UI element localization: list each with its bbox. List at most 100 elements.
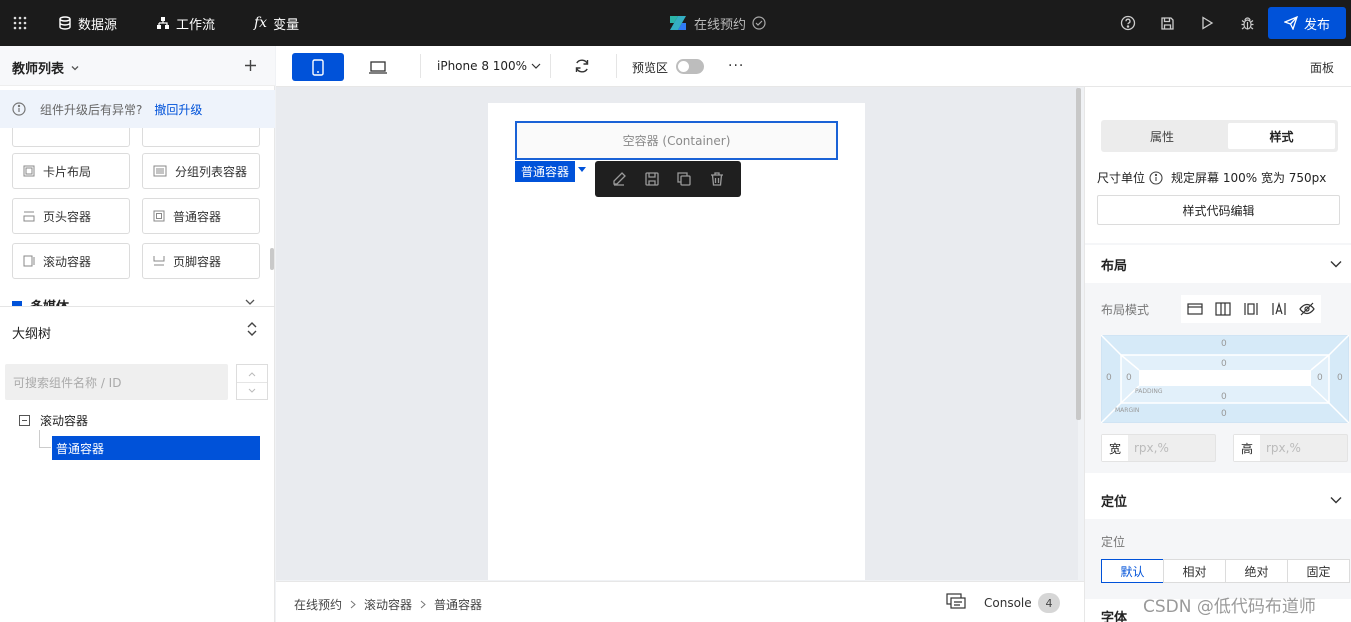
preview-toggle[interactable]: [676, 59, 704, 74]
mobile-view-button[interactable]: [292, 53, 344, 81]
help-icon[interactable]: [1120, 0, 1136, 46]
chevron-down-icon: [1330, 497, 1342, 504]
device-select[interactable]: iPhone 8 100%: [437, 59, 541, 73]
component-scroll-container[interactable]: 滚动容器: [12, 243, 130, 279]
height-input[interactable]: 高 rpx,%: [1233, 434, 1348, 462]
position-section-header[interactable]: 定位: [1085, 481, 1351, 519]
chevron-up-icon[interactable]: [248, 371, 256, 377]
datasource-button[interactable]: 数据源: [58, 0, 117, 46]
info-icon[interactable]: [1149, 170, 1163, 185]
scrollbar-handle[interactable]: [270, 248, 274, 270]
position-label: 定位: [1101, 535, 1126, 549]
variable-button[interactable]: fx 变量: [254, 0, 299, 46]
component-item-partial[interactable]: [12, 128, 130, 147]
layout-section-body: 布局模式 0 0 0 0 0 0 0 0 PADDING MARGIN 宽 rp…: [1085, 283, 1351, 473]
component-item-partial[interactable]: [142, 128, 260, 147]
refresh-icon[interactable]: [574, 58, 590, 74]
component-header-container[interactable]: 页头容器: [12, 198, 130, 234]
layout-inline-icon[interactable]: [1271, 302, 1287, 316]
breadcrumb-item[interactable]: 普通容器: [434, 596, 482, 613]
play-icon[interactable]: [1201, 0, 1214, 46]
chevron-down-icon: [1330, 261, 1342, 268]
padding-right-value[interactable]: 0: [1317, 373, 1323, 383]
console-button[interactable]: Console: [984, 596, 1032, 610]
selected-component-tag[interactable]: 普通容器: [515, 161, 575, 182]
workflow-label: 工作流: [176, 17, 216, 33]
delete-trash-icon[interactable]: [709, 171, 725, 187]
component-group-list[interactable]: 分组列表容器: [142, 153, 260, 189]
margin-label: MARGIN: [1115, 407, 1140, 414]
card-layout-icon: [23, 165, 35, 177]
box-model-editor[interactable]: 0 0 0 0 0 0 0 0 PADDING MARGIN: [1101, 335, 1349, 423]
breadcrumb-item[interactable]: 在线预约: [294, 596, 342, 613]
breadcrumb: 在线预约 滚动容器 普通容器: [294, 596, 482, 613]
margin-top-value[interactable]: 0: [1221, 339, 1227, 349]
header-icon: [23, 211, 35, 222]
copy-icon[interactable]: [676, 171, 692, 187]
workflow-button[interactable]: 工作流: [156, 0, 215, 46]
page-selector-bar: 教师列表: [0, 46, 275, 86]
chevron-down-icon[interactable]: [245, 298, 255, 306]
padding-left-value[interactable]: 0: [1126, 373, 1132, 383]
expand-collapse-icon[interactable]: [246, 322, 258, 336]
layout-mode-label: 布局模式: [1101, 303, 1150, 317]
padding-bottom-value[interactable]: 0: [1221, 392, 1227, 402]
tree-node-normal-container-selected[interactable]: 普通容器: [52, 436, 260, 460]
component-normal-container[interactable]: 普通容器: [142, 198, 260, 234]
padding-top-value[interactable]: 0: [1221, 359, 1227, 369]
caret-down-icon[interactable]: [577, 166, 587, 173]
collapse-node-icon[interactable]: [19, 415, 30, 426]
layout-flex-icon[interactable]: [1215, 302, 1231, 316]
console-icon[interactable]: [946, 593, 966, 611]
apps-grid-icon[interactable]: [12, 0, 28, 46]
style-code-edit-button[interactable]: 样式代码编辑: [1097, 195, 1340, 225]
scroll-icon: [23, 255, 35, 267]
info-icon: [12, 102, 26, 116]
margin-right-value[interactable]: 0: [1337, 373, 1343, 383]
debug-bug-icon[interactable]: [1240, 0, 1255, 46]
save-icon[interactable]: [1160, 0, 1175, 46]
variable-label: 变量: [273, 17, 300, 33]
component-footer-container[interactable]: 页脚容器: [142, 243, 260, 279]
component-grid: 卡片布局 分组列表容器 页头容器 普通容器 滚动容器 页脚容器 多媒体: [0, 128, 270, 306]
tab-style[interactable]: 样式: [1228, 123, 1335, 149]
function-icon: fx: [254, 15, 268, 31]
empty-container[interactable]: 空容器 (Container): [515, 121, 838, 160]
more-icon[interactable]: ···: [728, 58, 744, 74]
component-card-layout[interactable]: 卡片布局: [12, 153, 130, 189]
tree-node-scroll-container[interactable]: 滚动容器: [40, 412, 88, 429]
workflow-icon: [157, 17, 169, 29]
canvas-scrollbar[interactable]: [1076, 88, 1081, 420]
margin-left-value[interactable]: 0: [1106, 373, 1112, 383]
margin-bottom-value[interactable]: 0: [1221, 409, 1227, 419]
search-stepper[interactable]: [236, 364, 268, 400]
component-action-menu: [595, 161, 741, 197]
rollback-upgrade-link[interactable]: 撤回升级: [154, 101, 202, 118]
preview-label: 预览区: [632, 61, 669, 75]
position-relative-button[interactable]: 相对: [1163, 559, 1226, 583]
layout-block-icon[interactable]: [1187, 302, 1203, 316]
page-select[interactable]: 教师列表: [12, 58, 80, 77]
breadcrumb-item[interactable]: 滚动容器: [364, 596, 412, 613]
add-page-icon[interactable]: [244, 59, 257, 72]
right-panel: 属性 样式 尺寸单位 规定屏幕 100% 宽为 750px 样式代码编辑 布局 …: [1084, 87, 1351, 622]
send-icon: [1283, 16, 1298, 30]
padding-label: PADDING: [1135, 388, 1163, 395]
category-multimedia[interactable]: 多媒体: [12, 296, 69, 306]
publish-button[interactable]: 发布: [1268, 7, 1346, 39]
layout-inline-block-icon[interactable]: [1243, 302, 1259, 316]
layout-hidden-eye-icon[interactable]: [1299, 302, 1315, 316]
width-input[interactable]: 宽 rpx,%: [1101, 434, 1216, 462]
layout-section-header[interactable]: 布局: [1085, 245, 1351, 283]
position-default-button[interactable]: 默认: [1101, 559, 1164, 583]
position-fixed-button[interactable]: 固定: [1287, 559, 1350, 583]
chevron-down-icon[interactable]: [248, 388, 256, 394]
app-title[interactable]: 在线预约: [668, 0, 766, 46]
desktop-view-button[interactable]: [352, 53, 404, 81]
tab-properties[interactable]: 属性: [1104, 123, 1220, 149]
edit-pencil-icon[interactable]: [611, 171, 627, 187]
position-absolute-button[interactable]: 绝对: [1225, 559, 1288, 583]
save-icon[interactable]: [644, 171, 660, 187]
panel-toggle-button[interactable]: 面板: [1310, 59, 1334, 76]
outline-search-input[interactable]: 可搜索组件名称 / ID: [5, 364, 228, 400]
